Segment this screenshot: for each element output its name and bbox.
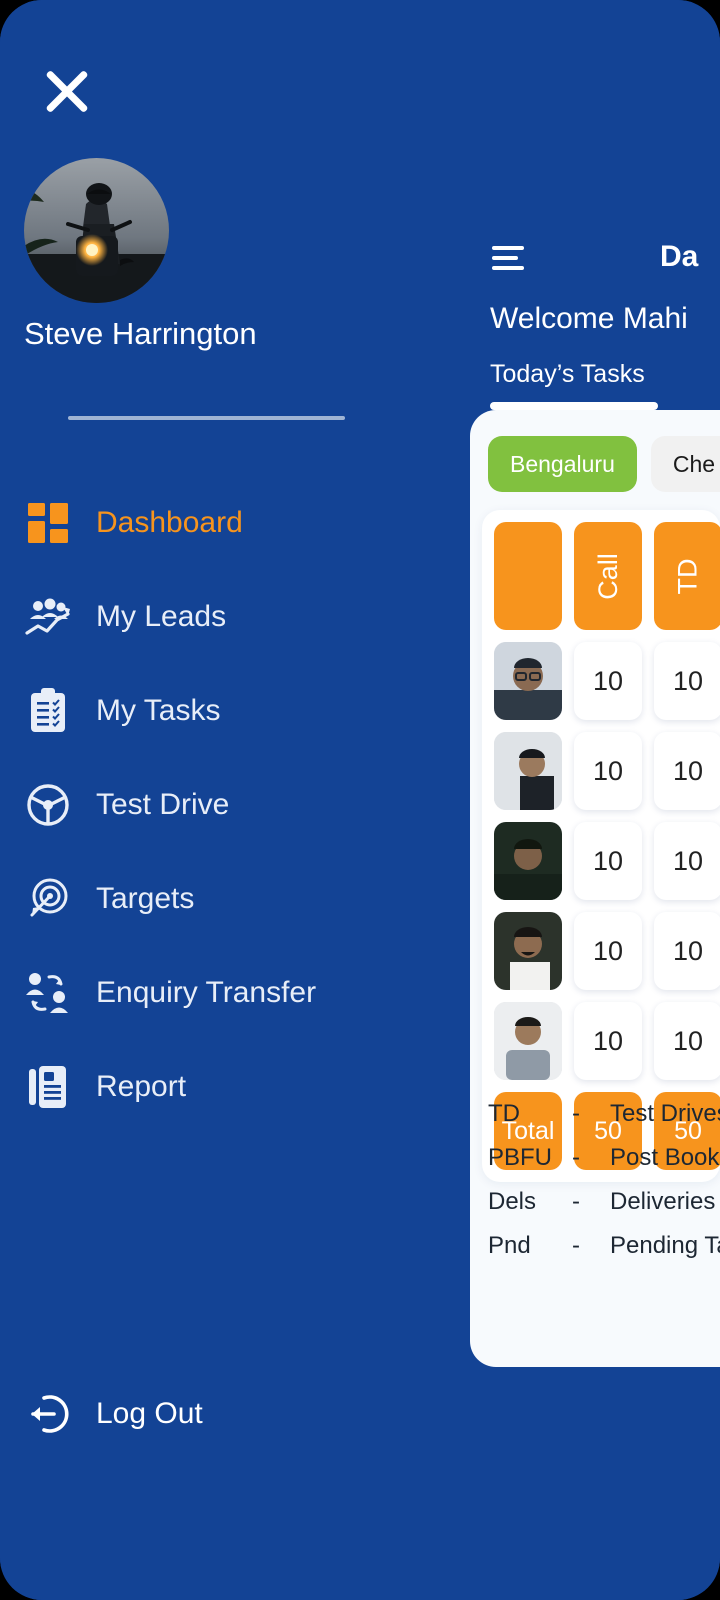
legend-dash: - [572,1144,580,1171]
legend-abbr: TD [488,1100,520,1127]
sidebar-item-enquiry-transfer[interactable]: Enquiry Transfer [0,946,470,1040]
legend-full: Test Drives [610,1100,720,1127]
sidebar-item-my-leads[interactable]: My Leads [0,570,470,664]
legend-item: TD - Test Drives [488,1100,720,1128]
sidebar-item-report[interactable]: Report [0,1040,470,1134]
person-avatar-5 [494,1002,562,1080]
divider [68,416,345,420]
person-avatar-2 [494,732,562,810]
person-avatar-1 [494,642,562,720]
tasks-table: Call TD 10 10 10 10 10 10 10 10 10 10 To… [482,510,720,1182]
tab-todays-tasks[interactable]: Today’s Tasks [490,360,645,389]
content-sheet: Bengaluru Che Call TD 10 10 10 10 10 10 … [470,410,720,1367]
cell-call-value: 10 [574,912,642,990]
report-document-icon [24,1063,72,1111]
legend-full: Post Booking [610,1144,720,1171]
table-row[interactable]: 10 10 [494,1002,720,1080]
person-avatar-3 [494,822,562,900]
hamburger-menu-icon[interactable] [492,246,526,272]
close-icon[interactable] [40,64,94,118]
dashboard-grid-icon [24,499,72,547]
transfer-people-icon [24,969,72,1017]
table-header-avatar-col [494,522,562,630]
steering-wheel-icon [24,781,72,829]
table-header-row: Call TD [494,522,720,630]
legend-abbr: Dels [488,1188,537,1215]
sidebar-item-label: Test Drive [96,788,230,821]
sidebar-item-label: My Leads [96,600,227,633]
sidebar-item-label: My Tasks [96,694,221,727]
clipboard-checklist-icon [24,687,72,735]
sidebar-item-targets[interactable]: Targets [0,852,470,946]
legend-item: Dels - Deliveries [488,1188,720,1216]
navigation-drawer: Steve Harrington Dashboard My Leads My T… [0,0,470,1600]
avatar[interactable] [24,158,169,303]
user-name: Steve Harrington [24,316,257,351]
dashboard-panel: Da Welcome Mahi Today’s Tasks Bengaluru … [470,0,720,1600]
sidebar-item-my-tasks[interactable]: My Tasks [0,664,470,758]
legend-item: Pnd - Pending Tasks [488,1232,720,1260]
person-avatar-4 [494,912,562,990]
cell-td-value: 10 [654,642,720,720]
cell-call-value: 10 [574,1002,642,1080]
sidebar-item-label: Enquiry Transfer [96,976,317,1009]
legend-dash: - [572,1188,580,1215]
sidebar-item-test-drive[interactable]: Test Drive [0,758,470,852]
cell-call-value: 10 [574,822,642,900]
sidebar-item-label: Dashboard [96,506,243,539]
table-row[interactable]: 10 10 [494,822,720,900]
cell-td-value: 10 [654,822,720,900]
sidebar-item-label: Targets [96,882,195,915]
leads-people-chart-icon [24,593,72,641]
legend-abbr: PBFU [488,1144,553,1171]
sidebar-item-dashboard[interactable]: Dashboard [0,476,470,570]
legend-abbr: Pnd [488,1232,531,1259]
welcome-message: Welcome Mahi [490,302,688,335]
city-chip-bengaluru[interactable]: Bengaluru [488,436,637,492]
table-row[interactable]: 10 10 [494,912,720,990]
cell-call-value: 10 [574,732,642,810]
logout-button[interactable]: Log Out [24,1390,203,1438]
table-header-td: TD [654,522,720,630]
sidebar-nav: Dashboard My Leads My Tasks Test Drive T… [0,476,470,1134]
sidebar-item-label: Report [96,1070,187,1103]
legend-full: Deliveries [610,1188,716,1215]
city-chip-chennai[interactable]: Che [650,436,720,492]
cell-td-value: 10 [654,732,720,810]
table-row[interactable]: 10 10 [494,732,720,810]
legend-dash: - [572,1100,580,1127]
legend-dash: - [572,1232,580,1259]
tab-active-underline [490,402,658,410]
mobile-screen: Da Welcome Mahi Today’s Tasks Bengaluru … [0,0,720,1600]
page-title: Da [660,240,699,273]
target-arrow-icon [24,875,72,923]
legend-full: Pending Tasks [610,1232,720,1259]
logout-arrow-icon [24,1390,72,1438]
cell-call-value: 10 [574,642,642,720]
logout-label: Log Out [96,1397,203,1430]
legend-item: PBFU - Post Booking [488,1144,720,1172]
city-chip-group: Bengaluru Che [488,436,720,492]
abbreviation-legend: TD - Test Drives PBFU - Post Booking Del… [488,1100,720,1276]
cell-td-value: 10 [654,912,720,990]
table-header-call: Call [574,522,642,630]
cell-td-value: 10 [654,1002,720,1080]
table-row[interactable]: 10 10 [494,642,720,720]
